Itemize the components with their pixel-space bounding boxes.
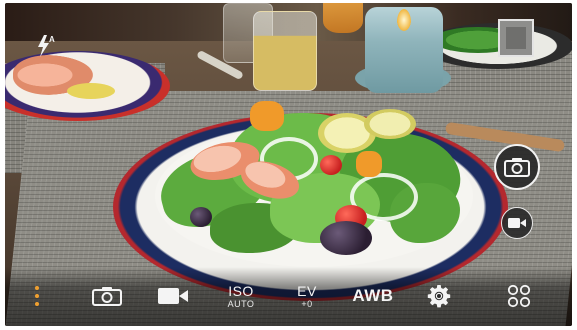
candle-flame <box>397 9 411 31</box>
camera-shutter-icon <box>504 158 530 177</box>
record-video-button[interactable] <box>501 207 533 239</box>
video-mode-button[interactable] <box>155 279 191 313</box>
cherry-tomato <box>320 155 342 175</box>
flash-auto-icon: A <box>38 35 55 57</box>
lemon-wedge <box>67 83 115 99</box>
more-options-button[interactable] <box>31 279 43 313</box>
camera-modes-button[interactable] <box>501 279 537 313</box>
olive <box>320 221 372 255</box>
shutter-button[interactable] <box>494 144 540 190</box>
salad <box>150 73 470 263</box>
olive <box>190 207 212 227</box>
photo-mode-button[interactable] <box>89 279 125 313</box>
white-balance-label: AWB <box>352 286 394 305</box>
ev-label: EV <box>297 282 317 299</box>
dots-vertical-icon <box>35 286 39 306</box>
orange-piece <box>250 101 284 131</box>
camera-viewfinder[interactable]: A ISO AUTO EV +0 AWB <box>5 3 572 326</box>
iso-setting-button[interactable]: ISO AUTO <box>219 279 263 313</box>
iso-label: ISO <box>228 282 254 299</box>
orange-piece <box>356 151 382 177</box>
last-photo-thumbnail <box>506 27 526 49</box>
lemon-slice <box>364 109 416 139</box>
wine-glass <box>323 3 363 33</box>
white-balance-button[interactable]: AWB <box>345 279 401 313</box>
grid-circles-icon <box>507 284 531 308</box>
iso-value: AUTO <box>227 298 255 309</box>
gallery-thumbnail-button[interactable] <box>498 19 534 57</box>
settings-button[interactable] <box>421 279 457 313</box>
ev-value: +0 <box>301 298 313 309</box>
ev-setting-button[interactable]: EV +0 <box>287 279 327 313</box>
video-record-icon <box>508 218 526 228</box>
flash-toggle-button[interactable]: A <box>35 33 57 59</box>
gear-icon <box>427 285 451 308</box>
svg-text:A: A <box>49 35 55 44</box>
video-mode-icon <box>158 288 188 304</box>
camera-mode-icon <box>92 287 122 306</box>
